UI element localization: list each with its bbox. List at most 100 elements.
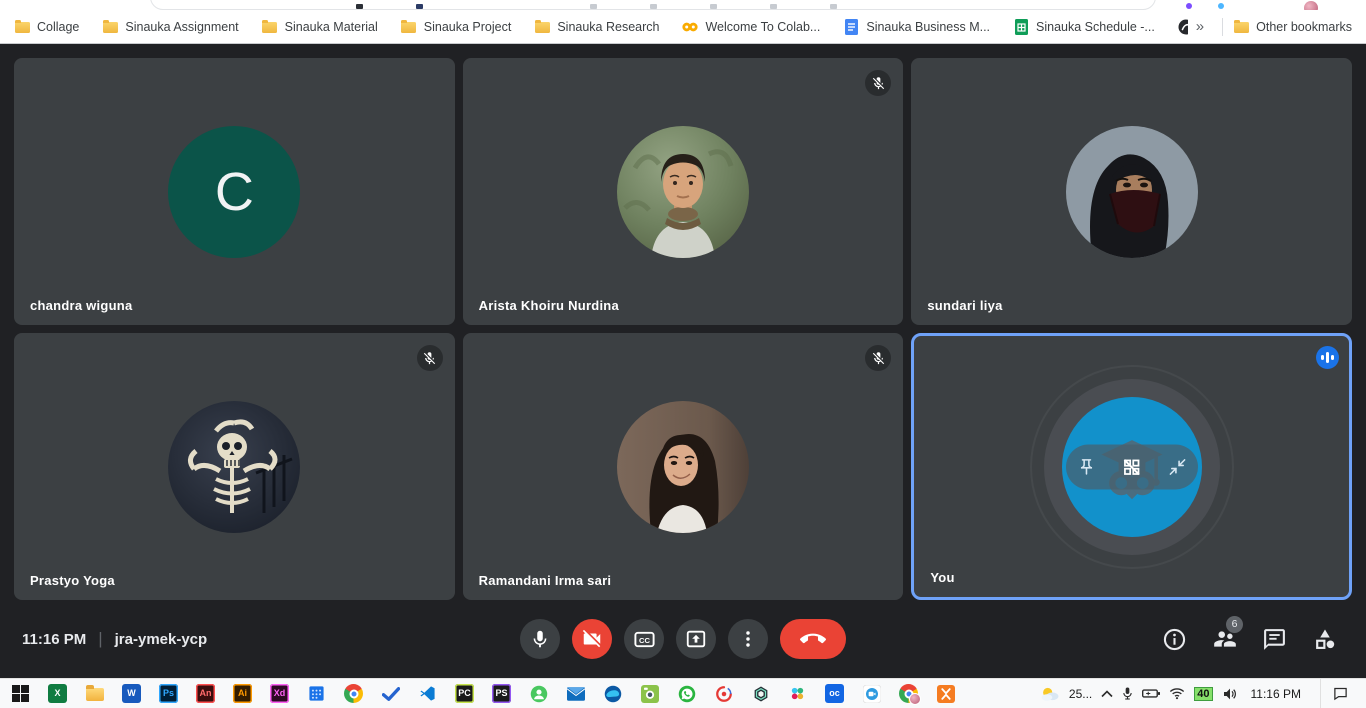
taskbar-pycharm[interactable]: PC (446, 679, 483, 708)
sheets-icon (1013, 19, 1029, 35)
bookmark-label: Sinauka Assignment (125, 20, 238, 34)
mic-muted-indicator (417, 345, 443, 371)
folder-icon (14, 19, 30, 35)
tray-battery-icon[interactable] (1142, 688, 1160, 699)
clock: 11:16 PM (22, 631, 86, 648)
extension-icon[interactable] (1218, 3, 1224, 9)
browser-profile-avatar[interactable] (1304, 1, 1318, 10)
tray-chevron-up-icon[interactable] (1101, 690, 1113, 698)
system-tray: 25... 40 11:16 PM (1040, 679, 1366, 708)
camera-off-button[interactable] (572, 619, 612, 659)
folder-icon (262, 19, 278, 35)
bookmark-item[interactable]: Sinauka Material (262, 19, 378, 35)
present-button[interactable] (676, 619, 716, 659)
taskbar-mail[interactable] (557, 679, 594, 708)
avatar-photo (617, 126, 749, 258)
participant-name: Arista Khoiru Nurdina (479, 298, 619, 313)
taskbar-hexagon-app[interactable] (742, 679, 779, 708)
minimize-button[interactable] (1168, 457, 1187, 476)
bookmark-item[interactable]: Sinauka Schedule -... (1013, 19, 1155, 35)
meeting-info: 11:16 PM | jra-ymek-ycp (22, 629, 207, 649)
taskbar-oc-app[interactable]: oc (816, 679, 853, 708)
bookmark-item[interactable]: Collage (14, 19, 79, 35)
taskbar-file-explorer[interactable] (76, 679, 113, 708)
bookmark-item[interactable]: Sinauka Research (534, 19, 659, 35)
video-tile[interactable]: Ramandani Irma sari (463, 333, 904, 600)
call-controls: CC (520, 619, 846, 659)
taskbar-calendar[interactable] (298, 679, 335, 708)
taskbar-start[interactable] (2, 679, 39, 708)
tab-strip-mark (710, 4, 717, 9)
taskbar-apps: X WPsAnAiXd PCPS oc (0, 679, 964, 708)
taskbar-animate[interactable]: An (187, 679, 224, 708)
taskbar-video-call-app[interactable] (853, 679, 890, 708)
mic-button[interactable] (520, 619, 560, 659)
tray-wifi-icon[interactable] (1169, 687, 1185, 700)
video-tile-you[interactable]: You (911, 333, 1352, 600)
people-button[interactable]: 6 (1211, 626, 1238, 653)
hangup-button[interactable] (780, 619, 846, 659)
taskbar-phpstorm[interactable]: PS (483, 679, 520, 708)
more-options-button[interactable] (728, 619, 768, 659)
video-tile[interactable]: Arista Khoiru Nurdina (463, 58, 904, 325)
video-tile[interactable]: sundari liya (911, 58, 1352, 325)
tab-strip-mark (356, 4, 363, 9)
taskbar-photoshop[interactable]: Ps (150, 679, 187, 708)
battery-percent[interactable]: 40 (1194, 687, 1212, 701)
bookmark-label: Sinauka Material (285, 20, 378, 34)
bookmark-item[interactable]: Sinauka Assignment (102, 19, 238, 35)
taskbar-vscode[interactable] (409, 679, 446, 708)
bookmark-label: Sinauka Research (557, 20, 659, 34)
video-tile[interactable]: Cchandra wiguna (14, 58, 455, 325)
weather-icon[interactable] (1040, 686, 1060, 702)
taskbar-todo-check[interactable] (372, 679, 409, 708)
participant-name: You (930, 570, 954, 585)
action-center-icon[interactable] (1320, 679, 1358, 708)
taskbar-excel[interactable]: X (39, 679, 76, 708)
remove-from-grid-button[interactable] (1121, 456, 1142, 477)
captions-button[interactable]: CC (624, 619, 664, 659)
video-tile[interactable]: Prastyo Yoga (14, 333, 455, 600)
bookmark-item[interactable]: Welcome To Colab... (682, 19, 820, 35)
tray-mic-icon[interactable] (1122, 686, 1133, 701)
activities-button[interactable] (1311, 626, 1338, 653)
bookmarks-divider (1222, 18, 1223, 36)
taskbar-xampp[interactable] (927, 679, 964, 708)
folder-icon (1233, 19, 1249, 35)
tab-strip-mark (830, 4, 837, 9)
taskbar-adobe-xd[interactable]: Xd (261, 679, 298, 708)
taskbar-android-app[interactable] (520, 679, 557, 708)
bookmarks-overflow-chevron[interactable]: » (1188, 18, 1212, 35)
tray-volume-icon[interactable] (1222, 687, 1238, 701)
meet-control-bar: 11:16 PM | jra-ymek-ycp CC 6 (0, 600, 1366, 678)
avatar-photo (617, 401, 749, 533)
taskbar-edge[interactable] (594, 679, 631, 708)
bookmark-label: Welcome To Colab... (705, 20, 820, 34)
taskbar-whatsapp[interactable] (668, 679, 705, 708)
taskbar-screen-recorder[interactable] (631, 679, 668, 708)
taskbar-chrome[interactable] (335, 679, 372, 708)
participant-name: chandra wiguna (30, 298, 132, 313)
tab-strip-mark (770, 4, 777, 9)
taskbar-word[interactable]: W (113, 679, 150, 708)
bookmark-item[interactable]: Sinauka Project (401, 19, 512, 35)
weather-temp[interactable]: 25... (1069, 687, 1092, 701)
extension-icon[interactable] (1186, 3, 1192, 9)
pin-button[interactable] (1077, 457, 1096, 476)
taskbar-recorder-app[interactable] (705, 679, 742, 708)
separator: | (98, 629, 102, 649)
taskbar-illustrator[interactable]: Ai (224, 679, 261, 708)
tab-strip-mark (650, 4, 657, 9)
tray-clock[interactable]: 11:16 PM (1247, 687, 1305, 701)
chat-button[interactable] (1261, 626, 1288, 653)
other-bookmarks-button[interactable]: Other bookmarks (1233, 19, 1352, 35)
bookmark-item[interactable]: Sinauka Business M... (843, 19, 990, 35)
participant-name: Ramandani Irma sari (479, 573, 612, 588)
taskbar-chrome-profile[interactable] (890, 679, 927, 708)
taskbar-slack[interactable] (779, 679, 816, 708)
other-bookmarks-label: Other bookmarks (1256, 20, 1352, 34)
meeting-details-button[interactable] (1161, 626, 1188, 653)
bookmark-item[interactable]: InVision (1178, 19, 1188, 35)
folder-icon (401, 19, 417, 35)
tab-strip-mark (416, 4, 423, 9)
